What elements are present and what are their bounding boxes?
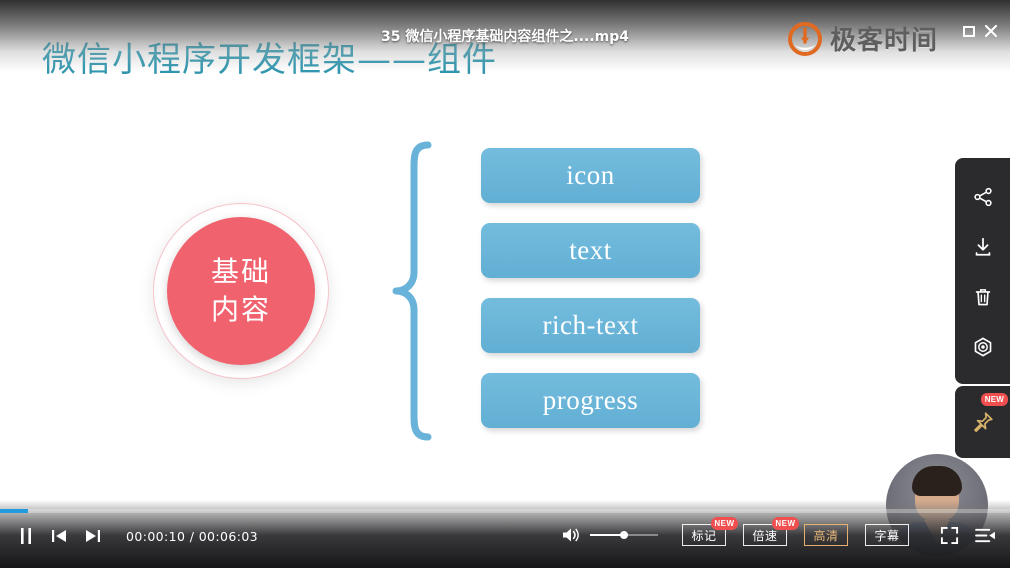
volume-control	[561, 523, 658, 547]
component-box-progress: progress	[481, 373, 700, 428]
progress-bar[interactable]	[0, 509, 1010, 513]
presenter-hair	[912, 466, 962, 496]
playback-controls: 00:00:10 / 00:06:03	[18, 524, 258, 548]
next-button[interactable]	[84, 524, 102, 548]
previous-button[interactable]	[50, 524, 68, 548]
component-box-rich-text: rich-text	[481, 298, 700, 353]
tool-rail	[955, 158, 1010, 384]
quality-button[interactable]: 高清	[804, 524, 848, 546]
subtitle-button[interactable]: 字幕	[865, 524, 909, 546]
volume-icon[interactable]	[561, 523, 581, 547]
delete-icon[interactable]	[960, 272, 1006, 322]
mark-button-label: 标记	[691, 528, 717, 543]
component-box-label: rich-text	[542, 310, 639, 340]
speed-button-label: 倍速	[752, 528, 778, 543]
component-list: icon text rich-text progress	[481, 148, 700, 428]
component-box-label: text	[569, 235, 612, 265]
mark-new-badge: NEW	[710, 517, 738, 530]
diagram-center-node: 基础 内容	[153, 203, 329, 379]
share-icon[interactable]	[960, 172, 1006, 222]
playlist-icon[interactable]	[972, 523, 998, 547]
time-display: 00:00:10 / 00:06:03	[126, 528, 259, 544]
curly-brace-icon	[390, 140, 434, 442]
maximize-icon[interactable]	[960, 22, 978, 40]
center-node-core: 基础 内容	[167, 217, 315, 365]
quality-button-label: 高清	[813, 528, 839, 543]
mark-button[interactable]: NEW 标记	[682, 517, 738, 546]
center-node-line1: 基础	[210, 255, 271, 289]
pause-button[interactable]	[18, 524, 34, 548]
record-icon[interactable]	[960, 322, 1006, 372]
brand-name: 极客时间	[829, 26, 938, 56]
speed-new-badge: NEW	[771, 517, 799, 530]
subtitle-button-label: 字幕	[874, 528, 900, 543]
video-player-window: 微信小程序开发框架——组件 基础 内容 icon text rich-text …	[0, 0, 1010, 568]
right-controls: NEW 标记 NEW 倍速 高清 字幕	[561, 517, 998, 547]
volume-knob[interactable]	[620, 531, 628, 539]
pin-rail: NEW	[955, 386, 1010, 458]
player-control-bar: 00:00:10 / 00:06:03 NEW 标记 NEW 倍速 高清 字幕	[0, 500, 1010, 568]
close-icon[interactable]	[982, 22, 1000, 40]
progress-bar-fill	[0, 509, 29, 513]
volume-fill	[590, 534, 624, 536]
maximize-glyph	[963, 25, 975, 37]
video-slide-canvas: 微信小程序开发框架——组件 基础 内容 icon text rich-text …	[0, 0, 1010, 568]
component-box-icon: icon	[481, 148, 700, 203]
pin-icon[interactable]: NEW	[960, 393, 1008, 447]
fullscreen-icon[interactable]	[936, 523, 962, 547]
pin-new-badge: NEW	[981, 393, 1008, 406]
component-box-text: text	[481, 223, 700, 278]
center-node-line2: 内容	[210, 293, 271, 326]
volume-slider[interactable]	[590, 529, 658, 541]
component-box-label: progress	[542, 385, 639, 415]
download-icon[interactable]	[960, 222, 1006, 272]
speed-button[interactable]: NEW 倍速	[743, 517, 799, 546]
geektime-logo-icon	[787, 21, 822, 56]
component-box-label: icon	[566, 160, 615, 190]
brand-logo: 极客时间	[787, 20, 938, 57]
